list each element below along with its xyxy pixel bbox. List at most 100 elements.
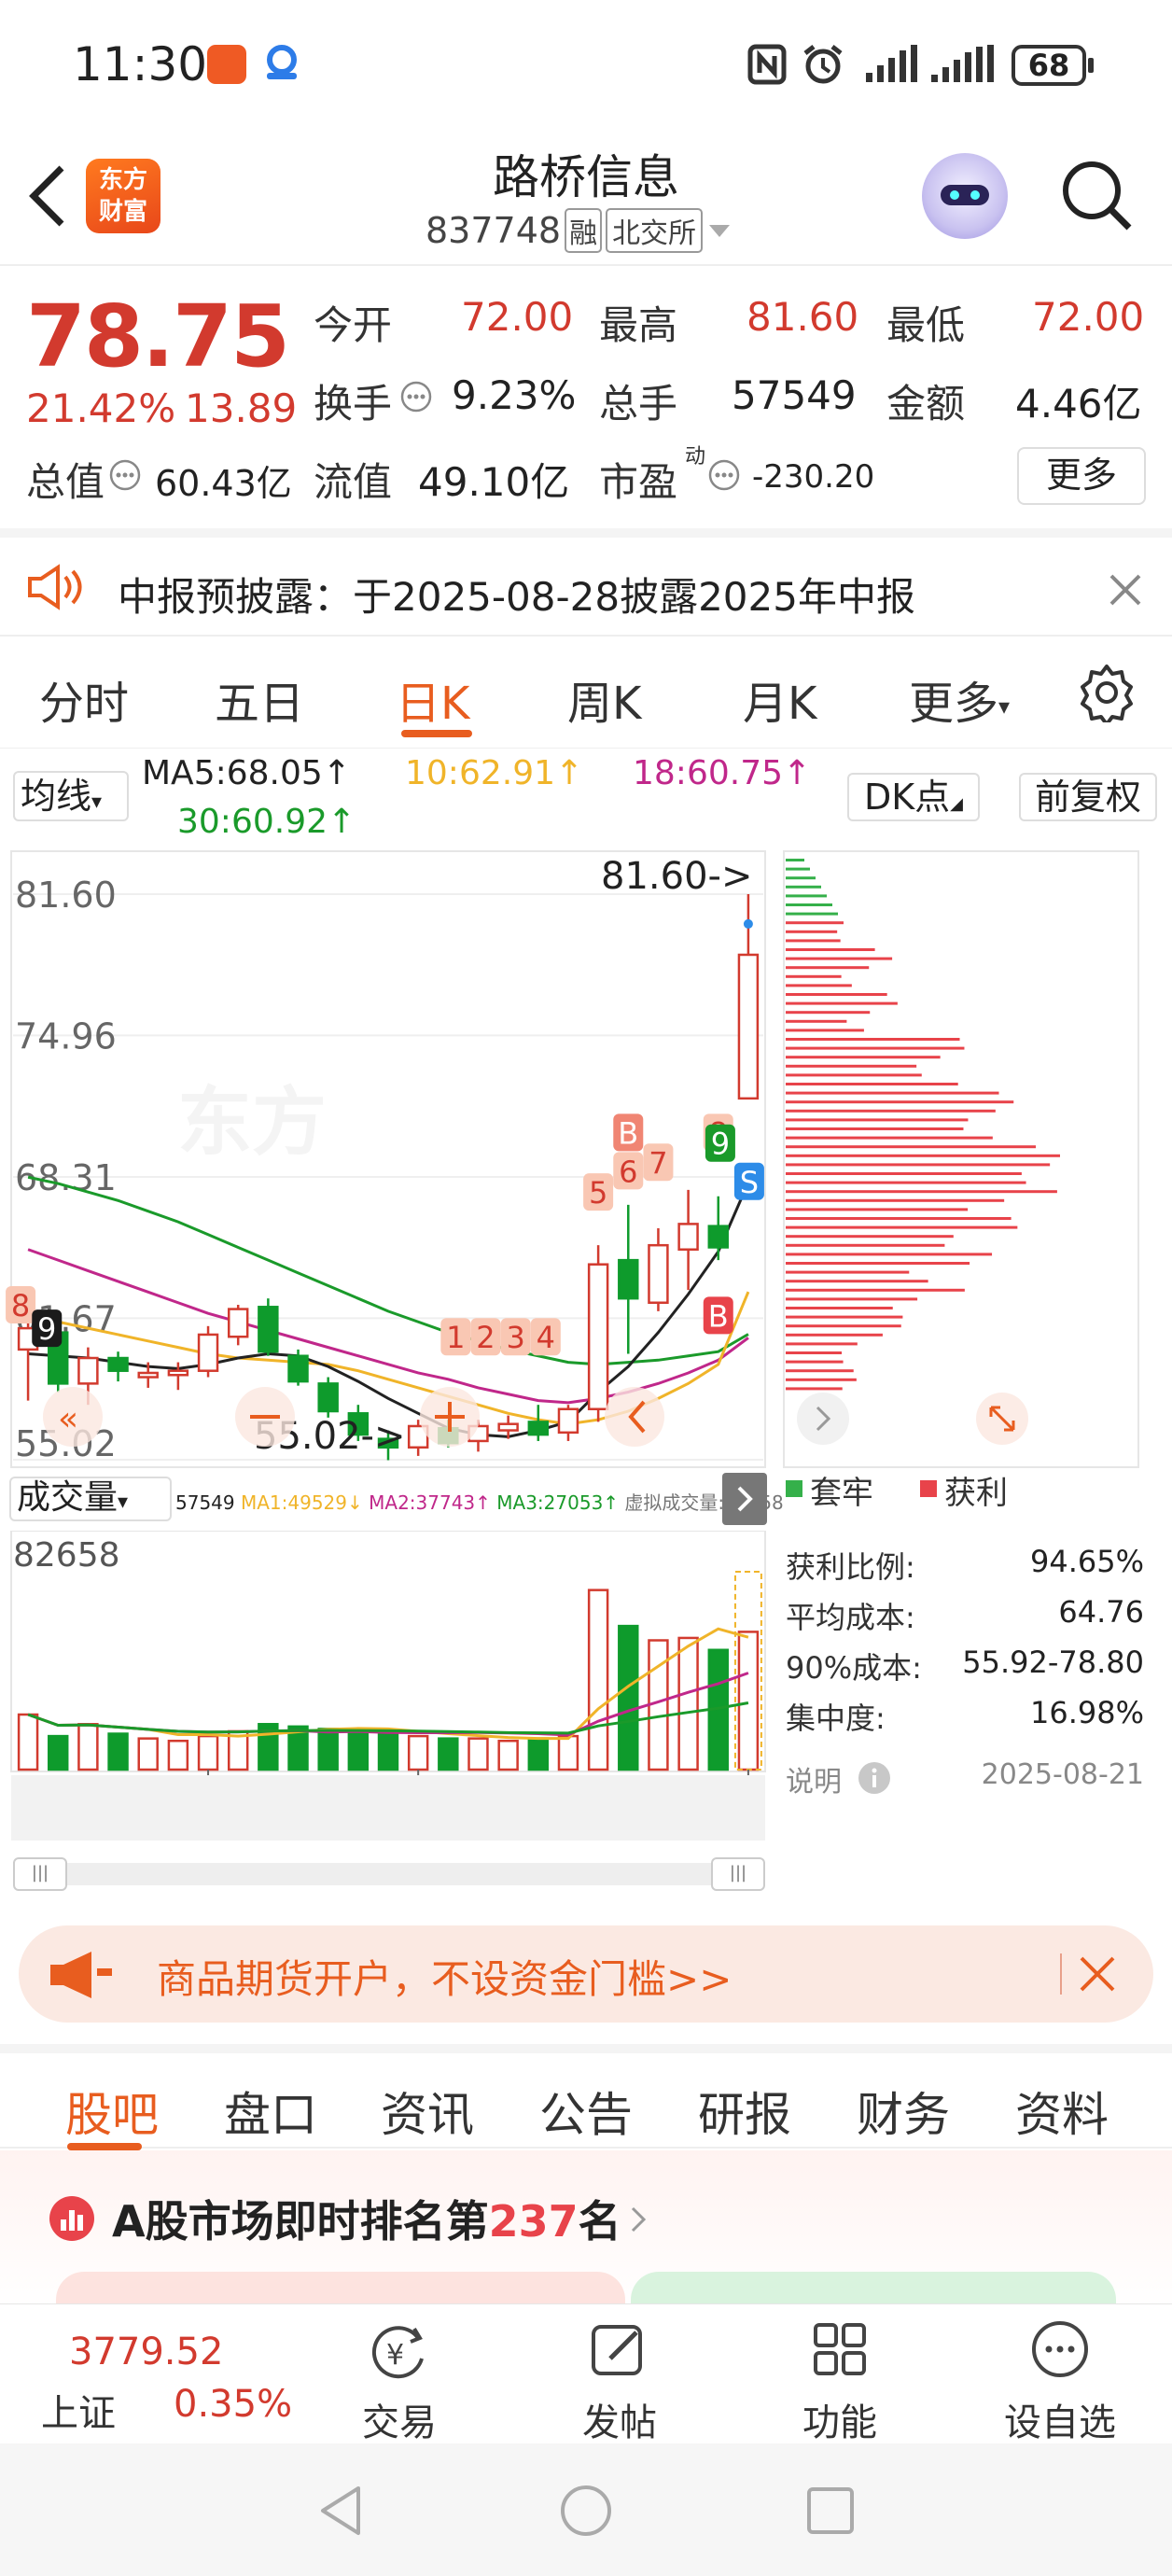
app-notification-icon — [207, 45, 246, 84]
tab-orderbook[interactable]: 盘口 — [224, 2078, 317, 2145]
volume-selector[interactable]: 成交量▾ — [9, 1477, 172, 1521]
tab-monthly-k[interactable]: 月K — [743, 666, 816, 732]
signal-icon-1 — [866, 45, 917, 82]
chip-bar — [786, 1360, 844, 1364]
chip-bar — [786, 894, 827, 898]
chip-bar — [786, 921, 844, 925]
candle-body — [677, 1223, 699, 1251]
status-time: 11:30 — [73, 37, 208, 91]
pe-label: 市盈 — [599, 459, 678, 505]
chip-bar — [786, 1351, 843, 1354]
notice-bar: 中报预披露：于2025-08-28披露2025年中报 — [0, 528, 1172, 637]
high-annotation: 81.60-> — [601, 855, 752, 898]
info-dots-icon[interactable] — [707, 458, 741, 492]
chevron-down-icon[interactable] — [706, 221, 732, 240]
chip-bar — [786, 1297, 918, 1301]
tab-announcements[interactable]: 公告 — [539, 2078, 633, 2145]
gear-icon[interactable] — [1077, 663, 1137, 722]
tab-forum[interactable]: 股吧 — [65, 2078, 159, 2145]
chip-bar — [786, 885, 821, 889]
tab-five-day[interactable]: 五日 — [215, 666, 304, 732]
turnover-value: 9.23% — [452, 372, 577, 418]
market-rank-card[interactable]: A股市场即时排名第237名 — [0, 2150, 1172, 2328]
margin-tag: 融 — [565, 208, 603, 253]
tab-weekly-k[interactable]: 周K — [567, 666, 641, 732]
tab-profile[interactable]: 资料 — [1015, 2078, 1109, 2145]
candle-body — [737, 953, 760, 1100]
ma-selector[interactable]: 均线▾ — [13, 771, 129, 821]
info-dots-icon[interactable] — [399, 380, 433, 413]
volume-ma1: MA1:49529↓ — [240, 1491, 363, 1514]
amount-label: 金额 — [886, 381, 966, 427]
more-button[interactable]: 更多 — [1017, 447, 1146, 505]
volume-ma-line — [27, 1627, 749, 1741]
chip-bar — [786, 1145, 1037, 1149]
signal-marker-label: 8 — [11, 1288, 30, 1323]
chip-bar — [786, 1064, 917, 1068]
chip-bar — [786, 1280, 928, 1283]
tab-intraday[interactable]: 分时 — [39, 666, 129, 732]
candle-body — [618, 1258, 639, 1300]
range-handle-left[interactable]: ||| — [13, 1857, 67, 1891]
signal-marker-label: 4 — [537, 1320, 555, 1355]
post-button[interactable]: 发帖 — [554, 2317, 685, 2446]
volume-ma3: MA3:27053↑ — [496, 1491, 620, 1514]
tab-finance[interactable]: 财务 — [857, 2078, 950, 2145]
index-name: 上证 — [41, 2392, 116, 2435]
signal-marker: 8 — [6, 1286, 36, 1324]
chip-bar — [786, 1387, 843, 1391]
search-icon[interactable] — [1058, 157, 1137, 235]
dk-point-label: DK点 — [863, 777, 951, 818]
range-handle-right[interactable]: ||| — [711, 1857, 765, 1891]
recents-square-icon[interactable] — [804, 2485, 857, 2537]
chip-bar — [786, 1029, 864, 1032]
close-icon[interactable] — [1077, 1953, 1118, 1995]
add-watchlist-button[interactable]: 设自选 — [995, 2317, 1125, 2446]
dk-point-button[interactable]: DK点◢ — [847, 773, 980, 821]
signal-marker-label: 9 — [711, 1127, 730, 1162]
info-dots-icon[interactable] — [108, 458, 142, 492]
chip-bar — [786, 1001, 898, 1005]
close-icon[interactable] — [1107, 571, 1144, 609]
adjust-button[interactable]: 前复权 — [1019, 773, 1157, 821]
back-triangle-icon[interactable] — [315, 2483, 368, 2539]
chip-bar — [786, 1270, 910, 1274]
home-circle-icon[interactable] — [558, 2483, 614, 2539]
volume-chart[interactable]: 82658 202507172025080120250821 — [0, 1531, 774, 1857]
chip-bar — [786, 1333, 883, 1337]
rank-text: A股市场即时排名第237名 — [112, 2188, 621, 2249]
tab-daily-k[interactable]: 日K — [396, 666, 469, 732]
tab-news[interactable]: 资讯 — [381, 2078, 474, 2145]
collapse-indicator-button[interactable] — [722, 1473, 767, 1525]
candle-body — [287, 1354, 309, 1383]
banner-divider — [1060, 1953, 1062, 1995]
volume-bar — [618, 1624, 639, 1771]
info-icon[interactable] — [857, 1760, 892, 1796]
candle-body — [317, 1382, 339, 1413]
tab-research[interactable]: 研报 — [698, 2078, 791, 2145]
index-widget[interactable]: 3779.52 上证 0.35% — [0, 2304, 292, 2444]
functions-button[interactable]: 功能 — [774, 2317, 905, 2446]
functions-label: 功能 — [802, 2401, 877, 2444]
chip-bar — [786, 939, 841, 943]
volume-bar — [137, 1737, 159, 1771]
caret-down-icon: ▾ — [998, 693, 1011, 720]
promo-banner[interactable]: 商品期货开户，不设资金门槛>> — [19, 1925, 1153, 2023]
trade-button[interactable]: ¥ 交易 — [334, 2317, 465, 2446]
signal-marker: 9 — [705, 1124, 735, 1162]
tab-more[interactable]: 更多▾ — [909, 666, 1010, 732]
volume-bar — [317, 1728, 339, 1771]
rank-number: 237 — [488, 2196, 579, 2247]
chip-bar — [786, 859, 804, 861]
candle-body — [557, 1407, 579, 1435]
candlestick-chart[interactable]: 东方 81.6074.9668.3161.6755.02 89123456789… — [0, 840, 774, 1475]
notice-text[interactable]: 中报预披露：于2025-08-28披露2025年中报 — [118, 566, 915, 623]
low-label: 最低 — [886, 302, 966, 348]
candle-body — [227, 1308, 249, 1338]
note-label[interactable]: 说明 — [786, 1758, 842, 1799]
robot-assistant-icon[interactable] — [922, 153, 1008, 239]
chip-distribution-chart[interactable] — [780, 849, 1144, 1471]
range-slider-track[interactable] — [17, 1863, 763, 1885]
battery-icon: 68 — [1012, 45, 1086, 86]
volume-bar — [677, 1636, 699, 1771]
